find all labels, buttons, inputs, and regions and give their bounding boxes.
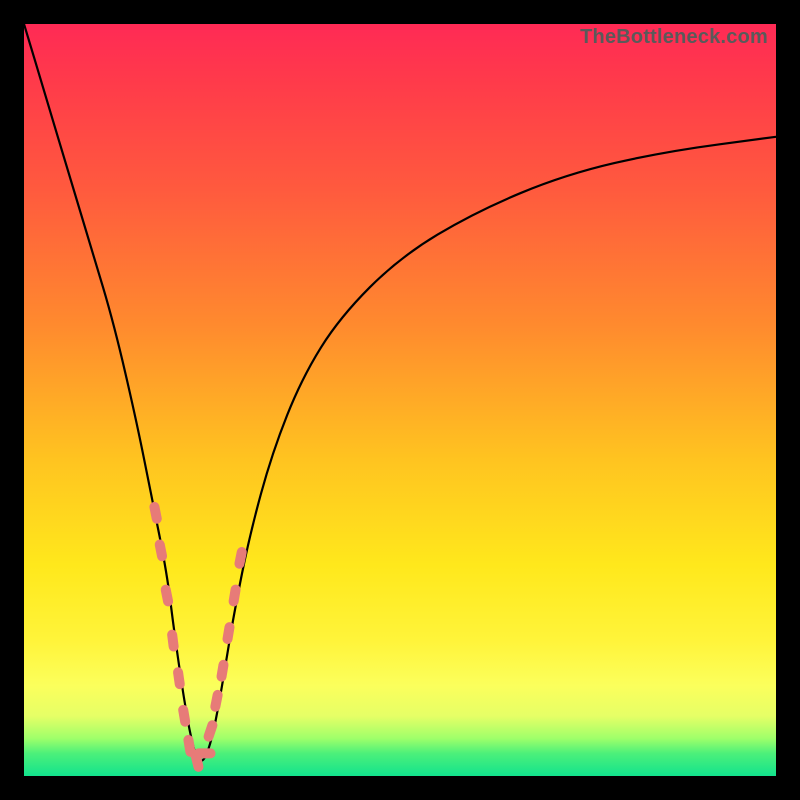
bead bbox=[228, 584, 241, 607]
bead bbox=[160, 584, 174, 608]
bead bbox=[209, 689, 223, 713]
chart-frame: TheBottleneck.com bbox=[0, 0, 800, 800]
bead bbox=[216, 659, 229, 682]
bead bbox=[172, 667, 185, 690]
bead bbox=[222, 621, 235, 644]
bottleneck-curve bbox=[24, 24, 776, 761]
bead bbox=[234, 546, 248, 570]
beads-group bbox=[149, 501, 248, 773]
bead bbox=[194, 748, 216, 758]
bead bbox=[202, 719, 218, 743]
bead bbox=[154, 539, 168, 563]
bead bbox=[177, 704, 190, 727]
bead bbox=[149, 501, 163, 525]
bead bbox=[167, 629, 180, 652]
curve-layer bbox=[24, 24, 776, 776]
plot-area: TheBottleneck.com bbox=[24, 24, 776, 776]
